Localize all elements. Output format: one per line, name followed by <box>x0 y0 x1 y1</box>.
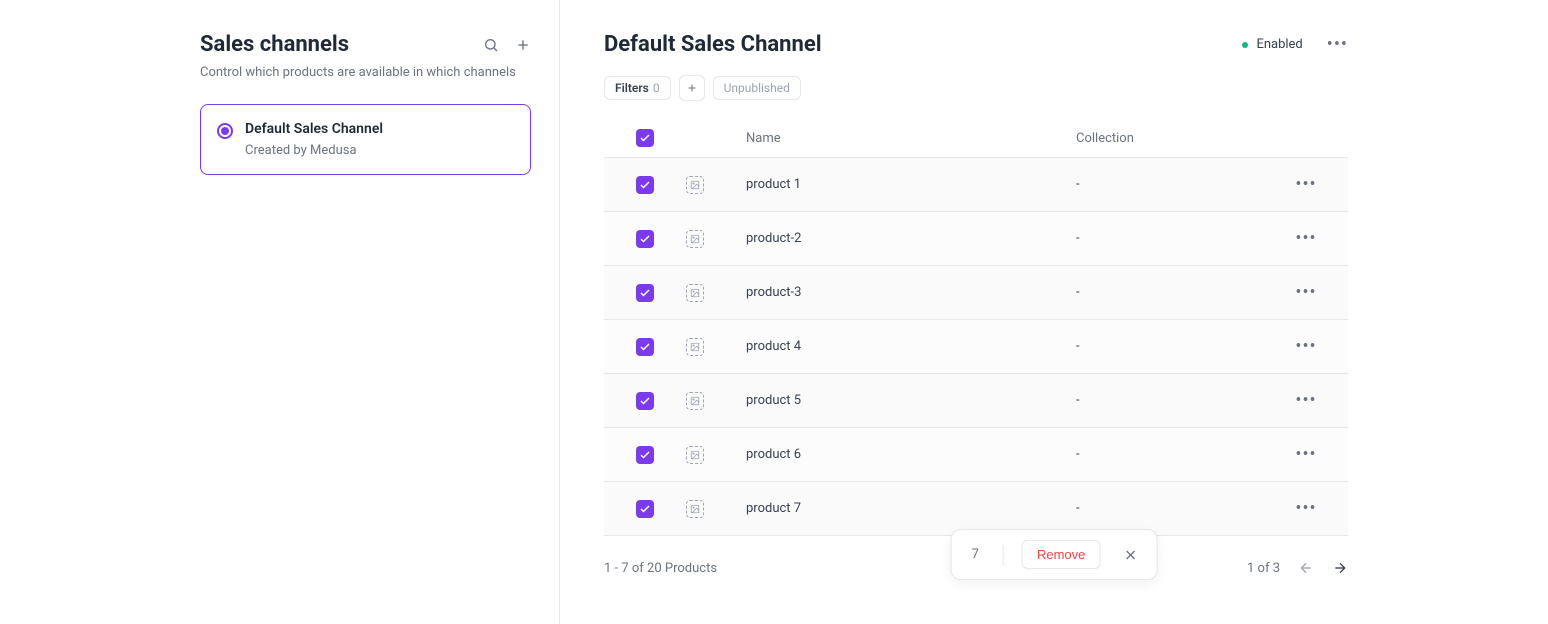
table-row[interactable]: product 5 - ••• <box>604 374 1348 428</box>
product-name: product-3 <box>746 285 1076 300</box>
row-more-icon[interactable]: ••• <box>1276 228 1336 249</box>
next-page-icon[interactable] <box>1332 560 1348 576</box>
product-collection: - <box>1076 501 1276 516</box>
product-name: product 5 <box>746 393 1076 408</box>
close-icon[interactable] <box>1118 547 1142 563</box>
unpublished-chip[interactable]: Unpublished <box>713 76 801 100</box>
row-more-icon[interactable]: ••• <box>1276 336 1336 357</box>
radio-selected-icon <box>217 123 233 139</box>
product-collection: - <box>1076 231 1276 246</box>
selection-count: 7 <box>966 547 985 562</box>
product-collection: - <box>1076 339 1276 354</box>
row-checkbox[interactable] <box>636 176 654 194</box>
table-row[interactable]: product 6 - ••• <box>604 428 1348 482</box>
selection-toolbar: 7 Remove <box>951 529 1158 580</box>
status-text: Enabled <box>1256 37 1302 52</box>
page-title: Default Sales Channel <box>604 32 822 57</box>
row-checkbox[interactable] <box>636 230 654 248</box>
filters-chip[interactable]: Filters 0 <box>604 76 671 100</box>
search-icon[interactable] <box>483 37 499 53</box>
product-collection: - <box>1076 393 1276 408</box>
image-placeholder-icon <box>686 284 704 302</box>
product-name: product 7 <box>746 501 1076 516</box>
select-all-checkbox[interactable] <box>636 129 654 147</box>
channel-card[interactable]: Default Sales Channel Created by Medusa <box>200 104 531 175</box>
channel-name: Default Sales Channel <box>245 121 383 137</box>
row-more-icon[interactable]: ••• <box>1276 174 1336 195</box>
image-placeholder-icon <box>686 230 704 248</box>
product-collection: - <box>1076 177 1276 192</box>
table-row[interactable]: product 4 - ••• <box>604 320 1348 374</box>
add-filter-button[interactable] <box>679 75 705 101</box>
row-more-icon[interactable]: ••• <box>1276 498 1336 519</box>
pagination-summary: 1 - 7 of 20 Products <box>604 561 717 576</box>
column-collection: Collection <box>1076 131 1276 146</box>
page-indicator: 1 of 3 <box>1247 561 1280 576</box>
table-header: Name Collection <box>604 119 1348 158</box>
image-placeholder-icon <box>686 176 704 194</box>
table-row[interactable]: product 7 - ••• <box>604 482 1348 536</box>
image-placeholder-icon <box>686 500 704 518</box>
table-row[interactable]: product-3 - ••• <box>604 266 1348 320</box>
product-name: product 6 <box>746 447 1076 462</box>
product-name: product 4 <box>746 339 1076 354</box>
product-collection: - <box>1076 285 1276 300</box>
row-more-icon[interactable]: ••• <box>1276 390 1336 411</box>
product-name: product 1 <box>746 177 1076 192</box>
divider <box>1003 545 1004 565</box>
row-more-icon[interactable]: ••• <box>1276 444 1336 465</box>
unpublished-label: Unpublished <box>724 81 790 95</box>
image-placeholder-icon <box>686 446 704 464</box>
remove-button[interactable]: Remove <box>1022 540 1100 569</box>
prev-page-icon[interactable] <box>1298 560 1314 576</box>
main-panel: Default Sales Channel Enabled ••• Filter… <box>560 0 1548 624</box>
status-badge: Enabled <box>1242 37 1302 52</box>
row-checkbox[interactable] <box>636 500 654 518</box>
filters-count: 0 <box>653 81 660 95</box>
status-dot-icon <box>1242 42 1248 48</box>
table-row[interactable]: product 1 - ••• <box>604 158 1348 212</box>
column-name: Name <box>746 131 1076 146</box>
table-row[interactable]: product-2 - ••• <box>604 212 1348 266</box>
sidebar-subtitle: Control which products are available in … <box>200 65 531 80</box>
row-checkbox[interactable] <box>636 392 654 410</box>
image-placeholder-icon <box>686 338 704 356</box>
sidebar: Sales channels Control which products ar… <box>0 0 560 624</box>
product-name: product-2 <box>746 231 1076 246</box>
channel-created-by: Created by Medusa <box>245 143 383 158</box>
plus-icon[interactable] <box>515 37 531 53</box>
row-more-icon[interactable]: ••• <box>1276 282 1336 303</box>
row-checkbox[interactable] <box>636 284 654 302</box>
product-collection: - <box>1076 447 1276 462</box>
filters-label: Filters <box>615 81 649 95</box>
row-checkbox[interactable] <box>636 338 654 356</box>
row-checkbox[interactable] <box>636 446 654 464</box>
sidebar-title: Sales channels <box>200 32 349 57</box>
image-placeholder-icon <box>686 392 704 410</box>
more-icon[interactable]: ••• <box>1327 34 1348 55</box>
products-table: Name Collection product 1 - ••• product-… <box>604 119 1348 536</box>
